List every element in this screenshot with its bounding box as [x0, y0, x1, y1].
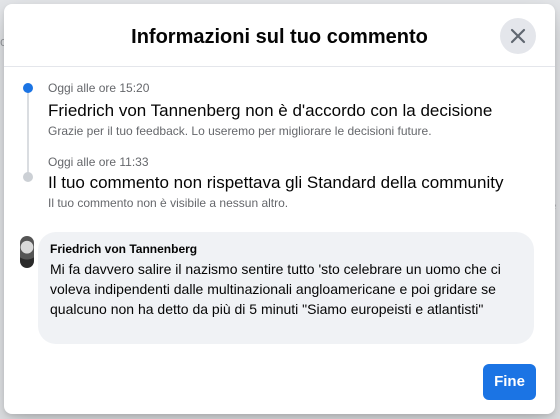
comment-preview: Friedrich von Tannenberg Mi fa davvero s…	[4, 232, 555, 352]
timeline-headline: Il tuo commento non rispettava gli Stand…	[48, 173, 504, 192]
comment-bubble: Friedrich von Tannenberg Mi fa davvero s…	[38, 232, 534, 344]
timeline-headline: Friedrich von Tannenberg non è d'accordo…	[48, 101, 493, 120]
done-button[interactable]: Fine	[483, 364, 536, 400]
decision-timeline: Oggi alle ore 15:20 Friedrich von Tannen…	[4, 67, 555, 217]
timeline-subtext: Il tuo commento non è visibile a nessun …	[48, 196, 289, 210]
comment-text: Mi fa davvero salire il nazismo sentire …	[50, 261, 501, 317]
dialog-header: Informazioni sul tuo commento	[4, 4, 555, 67]
timeline-dot-active	[23, 83, 33, 93]
dialog-title: Informazioni sul tuo commento	[131, 26, 428, 48]
timeline-subtext: Grazie per il tuo feedback. Lo useremo p…	[48, 124, 432, 138]
close-button[interactable]	[500, 18, 536, 54]
avatar	[20, 236, 34, 268]
close-icon	[510, 28, 526, 44]
timeline-connector	[27, 92, 29, 177]
timeline-dot-inactive	[23, 172, 33, 182]
timeline-time: Oggi alle ore 15:20	[48, 81, 150, 95]
comment-author[interactable]: Friedrich von Tannenberg	[50, 242, 522, 256]
timeline-time: Oggi alle ore 11:33	[48, 155, 149, 169]
comment-info-dialog: Informazioni sul tuo commento Oggi alle …	[4, 4, 555, 414]
